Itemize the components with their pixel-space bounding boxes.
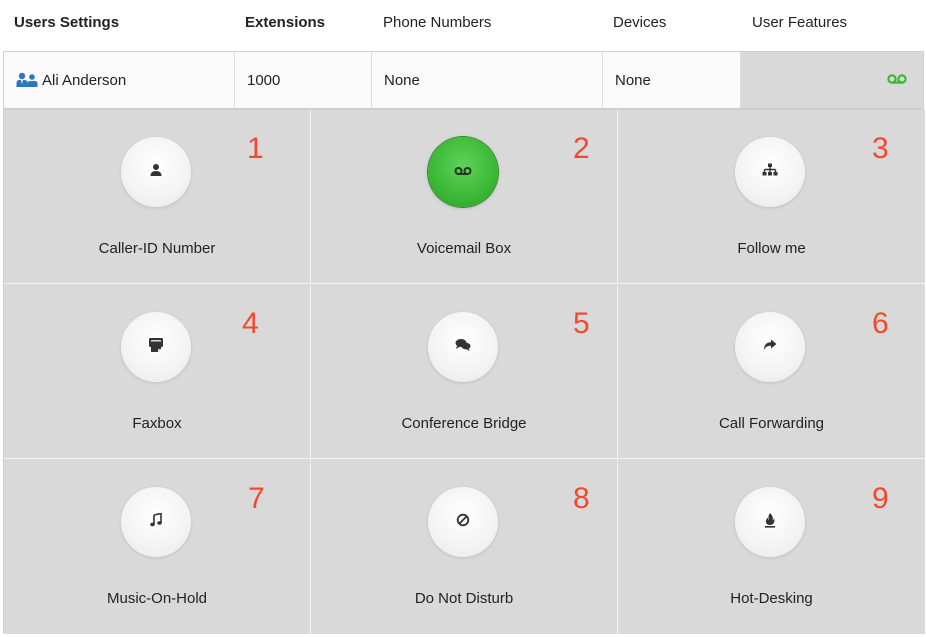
ban-icon xyxy=(456,513,470,532)
tile-number: 9 xyxy=(872,482,889,515)
tile-label: Hot-Desking xyxy=(730,590,813,607)
user-features-cell[interactable] xyxy=(741,52,923,108)
tile-call-forwarding[interactable]: 6 Call Forwarding xyxy=(618,285,925,459)
tile-follow-me[interactable]: 3 Follow me xyxy=(618,110,925,284)
header-users-settings: Users Settings xyxy=(14,14,120,31)
call-forwarding-button[interactable] xyxy=(735,312,805,382)
tile-do-not-disturb[interactable]: 8 Do Not Disturb xyxy=(311,460,618,634)
tile-label: Caller-ID Number xyxy=(98,240,216,257)
music-on-hold-button[interactable] xyxy=(121,487,191,557)
sitemap-icon xyxy=(762,163,778,182)
tile-label: Do Not Disturb xyxy=(414,590,514,607)
forward-icon xyxy=(763,338,777,356)
user-row[interactable]: Ali Anderson 1000 None None xyxy=(3,51,924,109)
header-extensions: Extensions xyxy=(245,14,326,31)
user-devices: None xyxy=(615,71,651,89)
tile-number: 7 xyxy=(248,482,265,515)
user-extension: 1000 xyxy=(247,71,281,89)
tile-conference-bridge[interactable]: 5 Conference Bridge xyxy=(311,285,618,459)
do-not-disturb-button[interactable] xyxy=(428,487,498,557)
table-header: Users Settings Extensions Phone Numbers … xyxy=(0,0,926,48)
tile-label: Faxbox xyxy=(132,415,182,432)
users-icon xyxy=(16,72,38,88)
header-user-features: User Features xyxy=(752,14,848,31)
tile-hot-desking[interactable]: 9 Hot-Desking xyxy=(618,460,925,634)
conference-bridge-button[interactable] xyxy=(428,312,498,382)
voicemail-icon xyxy=(887,72,907,89)
tile-label: Conference Bridge xyxy=(401,415,527,432)
user-name: Ali Anderson xyxy=(42,71,127,89)
user-extension-cell[interactable]: 1000 xyxy=(235,52,372,108)
voicemail-button[interactable] xyxy=(428,137,498,207)
tile-label: Call Forwarding xyxy=(718,415,825,432)
music-icon xyxy=(150,512,162,532)
tile-voicemail-box[interactable]: 2 Voicemail Box xyxy=(311,110,618,284)
tile-number: 1 xyxy=(247,132,264,165)
tile-number: 8 xyxy=(573,482,590,515)
user-name-cell[interactable]: Ali Anderson xyxy=(4,52,235,108)
user-phone-numbers: None xyxy=(384,71,420,89)
header-phone-numbers: Phone Numbers xyxy=(383,14,492,31)
tile-number: 6 xyxy=(872,307,889,340)
user-devices-cell[interactable]: None xyxy=(603,52,741,108)
fire-icon xyxy=(764,512,776,533)
tile-number: 4 xyxy=(242,307,259,340)
user-icon xyxy=(149,163,163,182)
follow-me-button[interactable] xyxy=(735,137,805,207)
tile-number: 5 xyxy=(573,307,590,340)
feature-grid: 1 Caller-ID Number 2 Voicemail Box 3 Fol… xyxy=(3,109,925,634)
tile-number: 3 xyxy=(872,132,889,165)
tile-music-on-hold[interactable]: 7 Music-On-Hold xyxy=(4,460,311,634)
tile-label: Voicemail Box xyxy=(416,240,512,257)
user-phone-numbers-cell[interactable]: None xyxy=(372,52,603,108)
chat-icon xyxy=(455,338,471,357)
fax-icon xyxy=(148,337,164,358)
tile-label: Music-On-Hold xyxy=(106,590,208,607)
tile-caller-id-number[interactable]: 1 Caller-ID Number xyxy=(4,110,311,284)
tile-faxbox[interactable]: 4 Faxbox xyxy=(4,285,311,459)
hot-desking-button[interactable] xyxy=(735,487,805,557)
header-devices: Devices xyxy=(613,14,667,31)
voicemail-icon xyxy=(454,163,472,181)
caller-id-button[interactable] xyxy=(121,137,191,207)
tile-label: Follow me xyxy=(737,240,806,257)
tile-number: 2 xyxy=(573,132,590,165)
faxbox-button[interactable] xyxy=(121,312,191,382)
